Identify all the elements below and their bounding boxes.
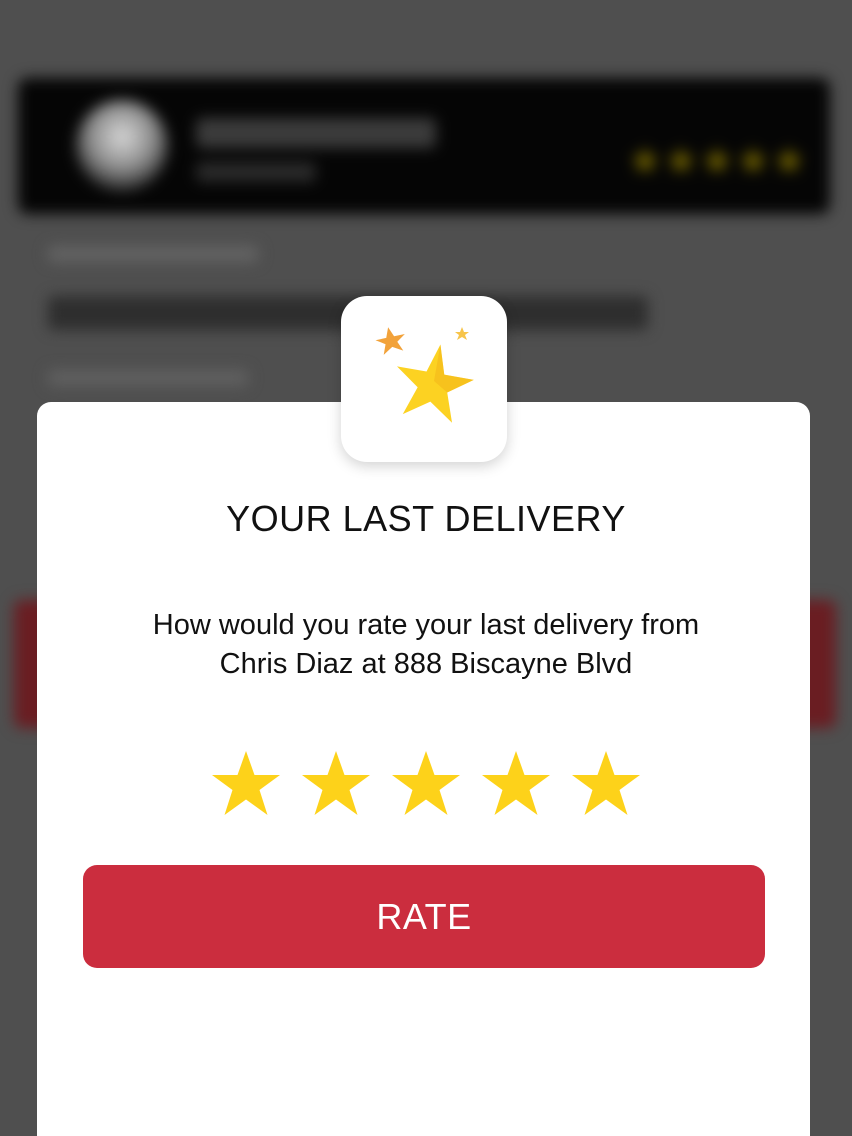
background-label bbox=[48, 246, 258, 262]
modal-title: YOUR LAST DELIVERY bbox=[226, 498, 626, 539]
modal-message: How would you rate your last delivery fr… bbox=[80, 606, 772, 684]
message-line: How would you rate your last delivery fr… bbox=[152, 609, 700, 641]
rating-star-1[interactable] bbox=[209, 748, 283, 822]
rating-star-2[interactable] bbox=[299, 748, 373, 822]
stars-icon bbox=[375, 327, 474, 423]
star-icon bbox=[302, 751, 370, 815]
star-icon bbox=[666, 146, 696, 174]
driver-card bbox=[18, 78, 830, 214]
star-icon bbox=[392, 751, 460, 815]
rating-star-5[interactable] bbox=[569, 748, 643, 822]
star-icon bbox=[738, 146, 768, 174]
avatar bbox=[76, 100, 168, 192]
rating-star-4[interactable] bbox=[479, 748, 553, 822]
star-icon bbox=[572, 751, 640, 815]
star-rating[interactable] bbox=[0, 748, 852, 822]
star-icon bbox=[774, 146, 804, 174]
rate-button[interactable]: RATE bbox=[83, 865, 765, 968]
modal-badge bbox=[341, 296, 507, 462]
driver-rating bbox=[630, 146, 804, 176]
rating-star-3[interactable] bbox=[389, 748, 463, 822]
star-icon bbox=[482, 751, 550, 815]
driver-name-placeholder bbox=[196, 118, 436, 148]
driver-subtitle-placeholder bbox=[196, 162, 316, 182]
star-icon bbox=[702, 146, 732, 174]
star-icon bbox=[630, 146, 660, 174]
message-line: Chris Diaz at 888 Biscayne Blvd bbox=[219, 648, 633, 680]
star-icon bbox=[212, 751, 280, 815]
background-label bbox=[48, 370, 248, 386]
